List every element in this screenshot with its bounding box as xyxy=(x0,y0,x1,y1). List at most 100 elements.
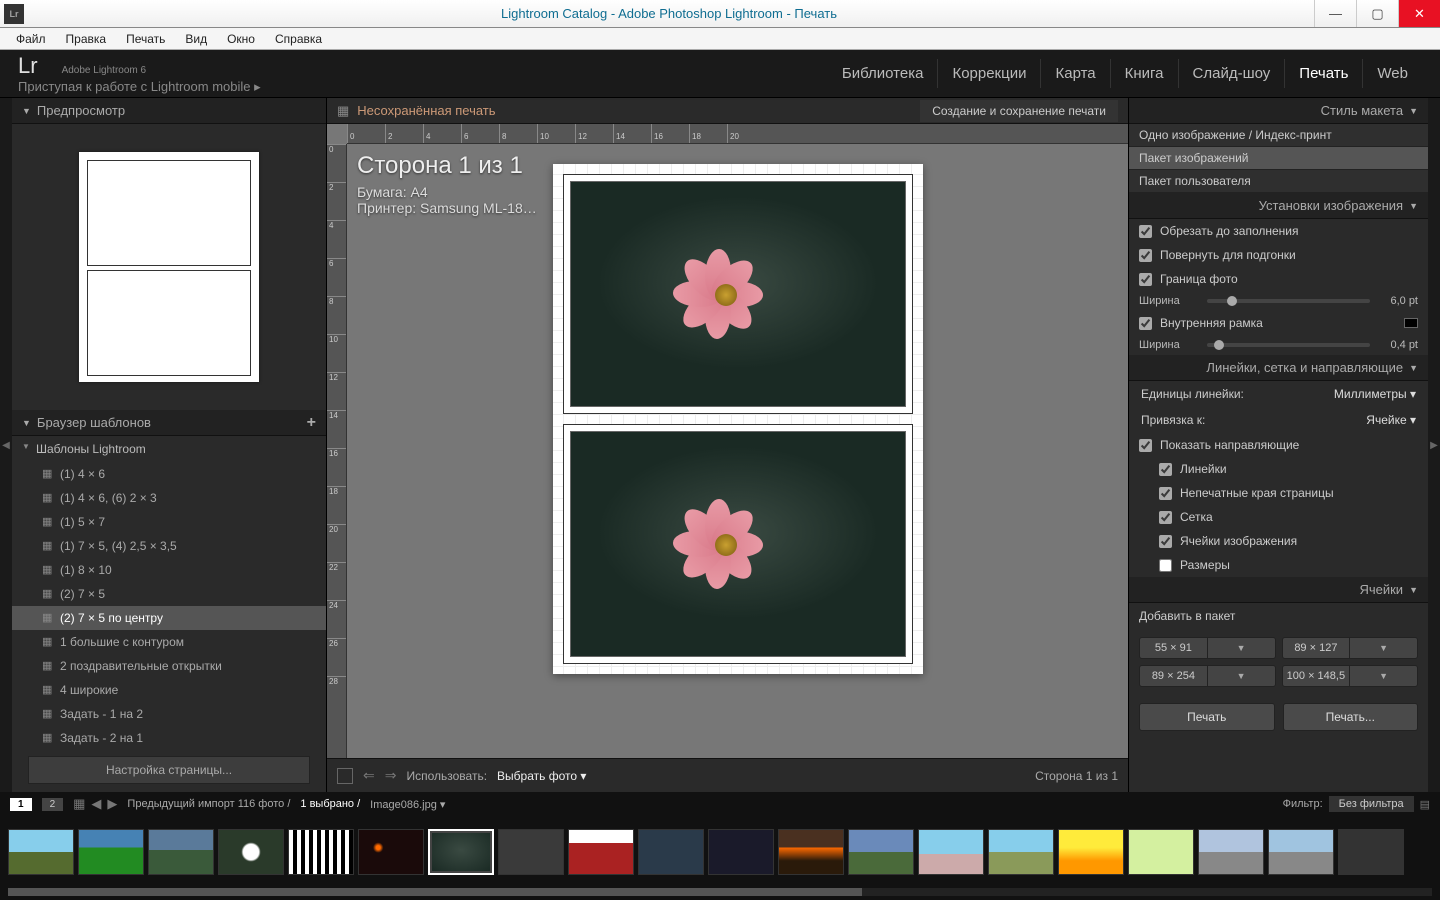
thumbnail[interactable] xyxy=(498,829,564,875)
close-button[interactable]: ✕ xyxy=(1398,0,1440,27)
forward-icon[interactable]: ▶ xyxy=(107,796,117,812)
cell-size-button[interactable]: 100 × 148,5▼ xyxy=(1282,665,1419,687)
cell-size-button[interactable]: 89 × 254▼ xyxy=(1139,665,1276,687)
template-browser-header[interactable]: ▼Браузер шаблонов+ xyxy=(12,410,326,436)
crop-fill-checkbox[interactable]: Обрезать до заполнения xyxy=(1129,219,1428,243)
snap-dropdown[interactable]: Привязка к:Ячейке ▾ xyxy=(1129,407,1428,433)
photo-cell[interactable] xyxy=(563,424,913,664)
guide-rulers-checkbox[interactable]: Линейки xyxy=(1129,457,1428,481)
grid-icon[interactable]: ▦ xyxy=(73,796,85,812)
menu-view[interactable]: Вид xyxy=(175,30,217,48)
thumbnail[interactable] xyxy=(1198,829,1264,875)
layout-opt-custom[interactable]: Пакет пользователя xyxy=(1129,170,1428,193)
tab-map[interactable]: Карта xyxy=(1041,59,1110,88)
cell-size-button[interactable]: 89 × 127▼ xyxy=(1282,637,1419,659)
brand-mobile-link[interactable]: Приступая к работе с Lightroom mobile ▸ xyxy=(18,79,261,95)
thumbnail[interactable] xyxy=(918,829,984,875)
thumbnail-selected[interactable] xyxy=(428,829,494,875)
select-checkbox[interactable] xyxy=(337,768,353,784)
cells-header[interactable]: Ячейки▼ xyxy=(1129,577,1428,603)
view-mode-1[interactable]: 1 xyxy=(10,798,32,811)
thumbnail[interactable] xyxy=(8,829,74,875)
guide-margins-checkbox[interactable]: Непечатные края страницы xyxy=(1129,481,1428,505)
menu-help[interactable]: Справка xyxy=(265,30,332,48)
thumbnail[interactable] xyxy=(778,829,844,875)
photo-border-checkbox[interactable]: Граница фото xyxy=(1129,267,1428,291)
tab-slideshow[interactable]: Слайд-шоу xyxy=(1179,59,1286,88)
template-item[interactable]: (2) 7 × 5 xyxy=(12,582,326,606)
thumbnail[interactable] xyxy=(78,829,144,875)
thumbnail[interactable] xyxy=(1338,829,1404,875)
page-setup-button[interactable]: Настройка страницы... xyxy=(28,756,310,784)
right-edge-toggle[interactable]: ▶ xyxy=(1428,98,1440,792)
ruler-units-dropdown[interactable]: Единицы линейки:Миллиметры ▾ xyxy=(1129,381,1428,407)
template-item[interactable]: (1) 5 × 7 xyxy=(12,510,326,534)
inner-width-slider[interactable]: Ширина0,4 pt xyxy=(1129,335,1428,355)
rotate-fit-checkbox[interactable]: Повернуть для подгонки xyxy=(1129,243,1428,267)
menu-file[interactable]: Файл xyxy=(6,30,56,48)
tab-print[interactable]: Печать xyxy=(1285,59,1363,88)
thumbnail[interactable] xyxy=(638,829,704,875)
thumbnail[interactable] xyxy=(848,829,914,875)
color-swatch[interactable] xyxy=(1404,318,1418,328)
plus-icon[interactable]: ▦ xyxy=(337,103,349,119)
layout-opt-single[interactable]: Одно изображение / Индекс-принт xyxy=(1129,124,1428,147)
thumbnail[interactable] xyxy=(288,829,354,875)
add-template-button[interactable]: + xyxy=(307,414,316,432)
thumbnail[interactable] xyxy=(1128,829,1194,875)
left-edge-toggle[interactable]: ◀ xyxy=(0,98,12,792)
layout-style-header[interactable]: Стиль макета▼ xyxy=(1129,98,1428,124)
thumbnail[interactable] xyxy=(218,829,284,875)
template-item[interactable]: (1) 4 × 6, (6) 2 × 3 xyxy=(12,486,326,510)
use-dropdown[interactable]: Выбрать фото ▾ xyxy=(497,769,586,783)
thumbnail[interactable] xyxy=(568,829,634,875)
chevron-down-icon[interactable]: ▼ xyxy=(1207,666,1275,686)
template-item[interactable]: Задать - 1 на 2 xyxy=(12,702,326,726)
print-button[interactable]: Печать xyxy=(1139,703,1275,731)
guide-cells-checkbox[interactable]: Ячейки изображения xyxy=(1129,529,1428,553)
menu-edit[interactable]: Правка xyxy=(56,30,117,48)
guide-dims-checkbox[interactable]: Размеры xyxy=(1129,553,1428,577)
print-dialog-button[interactable]: Печать... xyxy=(1283,703,1419,731)
template-item[interactable]: (1) 7 × 5, (4) 2,5 × 3,5 xyxy=(12,534,326,558)
guides-header[interactable]: Линейки, сетка и направляющие▼ xyxy=(1129,355,1428,381)
filmstrip-scrollbar[interactable] xyxy=(8,888,1432,896)
filmstrip-filename[interactable]: Image086.jpg ▾ xyxy=(370,798,445,811)
chevron-down-icon[interactable]: ▼ xyxy=(1207,638,1275,658)
view-mode-2[interactable]: 2 xyxy=(42,798,64,811)
minimize-button[interactable]: — xyxy=(1314,0,1356,27)
thumbnail[interactable] xyxy=(1268,829,1334,875)
template-item[interactable]: (1) 4 × 6 xyxy=(12,462,326,486)
image-settings-header[interactable]: Установки изображения▼ xyxy=(1129,193,1428,219)
back-icon[interactable]: ◀ xyxy=(91,796,101,812)
show-guides-checkbox[interactable]: Показать направляющие xyxy=(1129,433,1428,457)
template-item[interactable]: (1) 8 × 10 xyxy=(12,558,326,582)
template-item[interactable]: 2 поздравительные открытки xyxy=(12,654,326,678)
thumbnail[interactable] xyxy=(708,829,774,875)
template-item[interactable]: (2) 7 × 5 по центру xyxy=(12,606,326,630)
thumbnail[interactable] xyxy=(358,829,424,875)
inner-frame-checkbox[interactable]: Внутренняя рамка xyxy=(1129,311,1428,335)
chevron-down-icon[interactable]: ▼ xyxy=(1349,638,1417,658)
template-item[interactable]: 1 большие с контуром xyxy=(12,630,326,654)
layout-opt-package[interactable]: Пакет изображений xyxy=(1129,147,1428,170)
template-item[interactable]: Задать - 2 на 1 xyxy=(12,726,326,748)
guide-grid-checkbox[interactable]: Сетка xyxy=(1129,505,1428,529)
cell-size-button[interactable]: 55 × 91▼ xyxy=(1139,637,1276,659)
thumbnail[interactable] xyxy=(148,829,214,875)
thumbnail[interactable] xyxy=(988,829,1054,875)
preview-panel-header[interactable]: ▼Предпросмотр xyxy=(12,98,326,124)
tab-book[interactable]: Книга xyxy=(1111,59,1179,88)
photo-cell[interactable] xyxy=(563,174,913,414)
create-save-print-button[interactable]: Создание и сохранение печати xyxy=(920,100,1118,122)
chevron-down-icon[interactable]: ▼ xyxy=(1349,666,1417,686)
menu-window[interactable]: Окно xyxy=(217,30,265,48)
thumbnail[interactable] xyxy=(1058,829,1124,875)
prev-page-button[interactable]: ⇐ xyxy=(363,767,375,784)
filter-lock-icon[interactable]: ▤ xyxy=(1420,798,1430,811)
menu-print[interactable]: Печать xyxy=(116,30,175,48)
border-width-slider[interactable]: Ширина6,0 pt xyxy=(1129,291,1428,311)
tab-develop[interactable]: Коррекции xyxy=(938,59,1041,88)
filter-dropdown[interactable]: Без фильтра xyxy=(1329,796,1414,812)
maximize-button[interactable]: ▢ xyxy=(1356,0,1398,27)
